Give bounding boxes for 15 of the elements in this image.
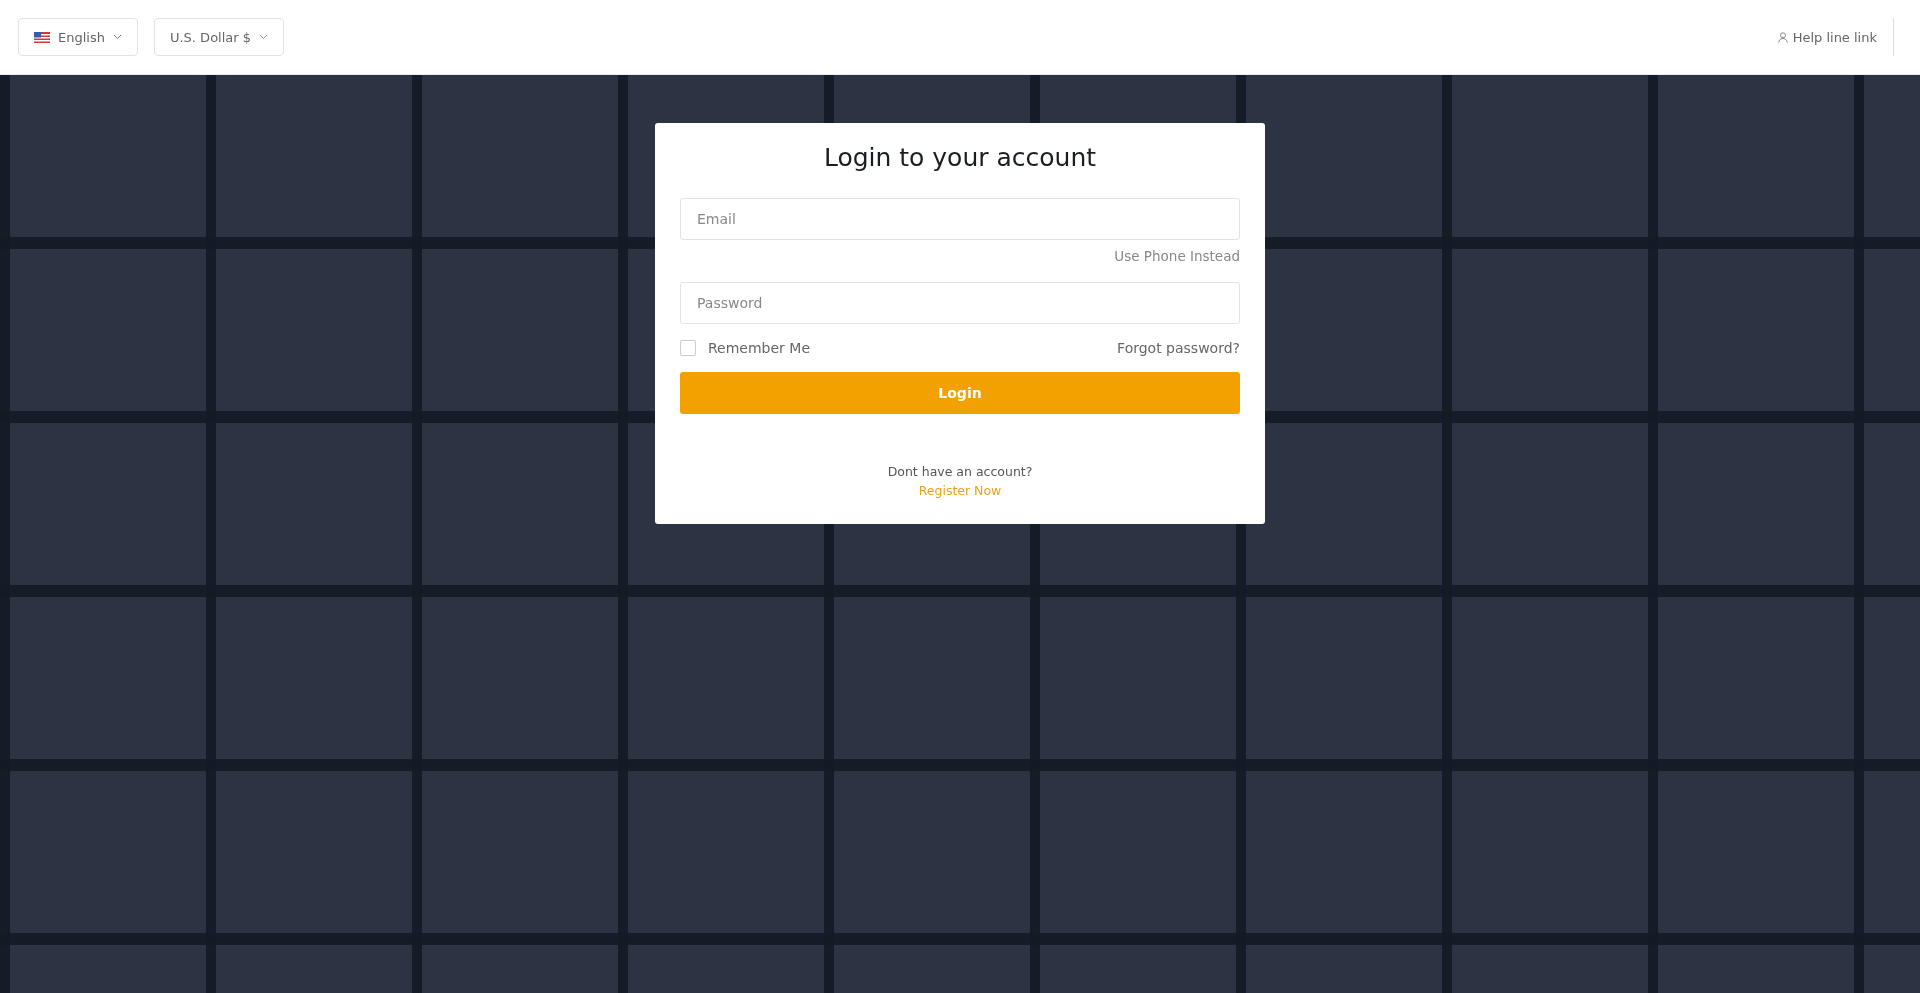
currency-dropdown[interactable]: U.S. Dollar $ [153,18,285,56]
login-title: Login to your account [822,143,1098,172]
no-account-text: Dont have an account? [887,464,1033,479]
user-icon [1777,31,1788,43]
chevron-down-icon [259,34,269,40]
flag-icon [34,31,50,43]
remember-label: Remember Me [708,340,810,356]
remember-checkbox[interactable] [680,340,696,356]
chevron-down-icon [112,34,122,40]
email-field[interactable]: Email [680,198,1240,240]
password-field[interactable]: Password [680,282,1240,324]
help-line-link[interactable]: Help line link [1777,18,1894,56]
use-phone-link[interactable]: Use Phone Instead [1114,248,1240,264]
language-dropdown[interactable]: English [18,18,138,56]
forgot-password-link[interactable]: Forgot password? [1117,340,1240,356]
